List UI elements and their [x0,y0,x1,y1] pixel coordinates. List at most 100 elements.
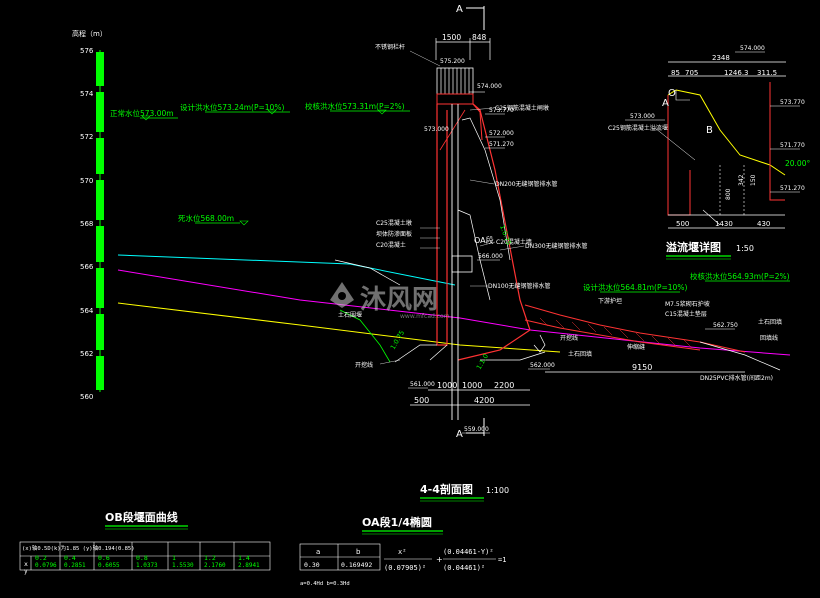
curve-x-value: 0.6 [98,554,110,562]
elev-561: 561.000 [410,381,435,388]
slope-label: 1:0.75 [389,329,406,351]
ellipse-eq-eq: =1 [498,556,506,564]
scale-tick: 560 [80,393,93,401]
note-excavation-2: 开挖线 [560,334,578,342]
dim-bottom-c: 2200 [494,381,514,390]
oa-ellipse-table: OA段1/4椭圆 a b 0.30 0.169492 x² (0.07905)²… [299,515,506,587]
note-facing: 坝体防渗面板 [376,230,412,238]
detail-angle: 20.00° [785,159,810,168]
dim-bottom-b: 1000 [462,381,482,390]
watermark-logo: 沐风网 [330,282,438,315]
cad-drawing: 高程（m） 576 574 572 570 568 566 564 562 56… [19,4,810,587]
check-flood-level-right: 校核洪水位564.93m(P=2%) [690,271,790,281]
detail-elev-right3: 571.270 [780,185,805,192]
note-excavation: 开挖线 [355,361,373,369]
ellipse-eq-den: (0.04461)² [443,564,485,572]
note-drain-300: DN300无缝钢管排水管 [525,242,588,250]
scale-tick: 566 [80,263,94,271]
detail-dim-side: 150 [750,174,757,186]
curve-x-value: 0.4 [64,554,76,562]
elevation-scale: 高程（m） 576 574 572 570 568 566 564 562 56… [72,29,107,401]
note-drain-200: DN200无缝钢管排水管 [495,180,558,188]
note-drain-100: DN100无缝钢管排水管 [488,282,551,290]
elev-573a: 573.000 [424,126,449,133]
note-apron: 下游护坦 [598,297,622,305]
ellipse-note: a=0.4Hd b=0.3Hd [300,581,350,587]
scale-tick: 570 [80,177,93,185]
detail-elev-right2: 571.770 [780,142,805,149]
check-flood-level: 校核洪水位573.31m(P=2%) [305,101,405,111]
detail-dim-bottom: 430 [757,220,770,228]
detail-dim-bottom: 500 [676,220,689,228]
ob-curve-table: OB段堰面曲线 (x)轴0.5D(k)为1.85 (y)轴0.194(0.85)… [19,510,271,575]
dim-top-b: 848 [472,33,487,42]
dim-bottom-d: 500 [414,396,429,405]
detail-dim-bottom: 1430 [715,220,733,228]
curve-row-label: y [24,568,28,575]
curve-x-value: 0.2 [35,554,47,562]
water-levels: 正常水位573.00m 设计洪水位573.24m(P=10%) 校核洪水位573… [110,101,790,293]
note-pier: C25钢筋混凝土闸墩 [495,104,549,112]
elev-562a: 562.000 [530,362,555,369]
ellipse-header-b: b [356,548,361,556]
curve-table-title: OB段堰面曲线 [105,510,178,524]
note-c25-pier: C25混凝土墩 [376,219,412,227]
curve-x-value: 1 [172,554,176,562]
dim-top-a: 1500 [442,33,461,42]
dim-bottom-e: 4200 [474,396,494,405]
section-mark-top: A [456,4,463,15]
curve-y-value: 1.0373 [136,562,158,569]
ellipse-header-a: a [316,548,320,556]
design-flood-level-right: 设计洪水位564.81m(P=10%) [583,282,687,292]
main-title-name: 4-4剖面图 [420,482,473,496]
curve-y-value: 0.2851 [64,562,86,569]
section-mark-bottom: A [456,429,463,440]
elev-566: 566.000 [478,253,503,260]
scale-title: 高程（m） [72,29,107,38]
elev-572: 572.000 [489,130,514,137]
note-backfill: 回填线 [760,334,778,342]
elev-562b: 562.750 [713,322,738,329]
note-oa-segment: OA段 [474,235,494,245]
note-c15: C15混凝土垫层 [665,310,707,318]
detail-dim-part: 1246.3 [724,69,749,77]
detail-title: 溢流堰详图 [666,240,721,254]
detail-elev-top: 574.000 [740,45,765,52]
note-railing: 不锈钢栏杆 [375,43,405,51]
curve-table-note: (x)轴0.5D(k)为1.85 (y)轴0.194(0.85) [22,544,135,552]
scale-tick: 568 [80,220,93,228]
main-title: 4-4剖面图 1:100 [420,482,509,502]
curve-x-value: 1.4 [238,554,250,562]
note-c20: C20混凝土 [376,241,406,249]
curve-row-label: x [24,560,28,568]
ellipse-table-title: OA段1/4椭圆 [362,515,432,529]
scale-tick: 572 [80,133,93,141]
main-title-scale: 1:100 [486,486,509,495]
note-fill-2: 土石回填 [758,318,782,326]
detail-elev-left: 573.000 [630,113,655,120]
note-fill-1: 土石回填 [568,350,592,358]
detail-point-o: O [668,88,676,99]
detail-scale: 1:50 [736,244,754,253]
elev-575: 575.200 [440,58,465,65]
curve-y-value: 2.1760 [204,562,226,569]
ellipse-eq-den: (0.07905)² [384,564,426,572]
curve-y-value: 1.5530 [172,562,194,569]
ellipse-value-a: 0.30 [304,561,320,569]
detail-point-a: A [662,98,669,109]
detail-elev-right1: 573.770 [780,99,805,106]
elev-559: 559.000 [464,426,489,433]
detail-dim-part: 705 [685,69,698,77]
curve-y-value: 2.8941 [238,562,260,569]
scale-tick: 564 [80,307,94,315]
scale-tick: 576 [80,47,94,55]
curve-x-value: 0.8 [136,554,148,562]
normal-water-level: 正常水位573.00m [110,108,174,118]
note-masonry: M7.5浆砌石护坡 [665,300,710,308]
curve-x-value: 1.2 [204,554,216,562]
note-cofferdam: 土石围堰 [338,311,362,319]
scale-tick: 574 [80,90,94,98]
scale-tick: 562 [80,350,93,358]
elev-574: 574.000 [477,83,502,90]
watermark-url: www.mfcad.com [400,313,450,320]
